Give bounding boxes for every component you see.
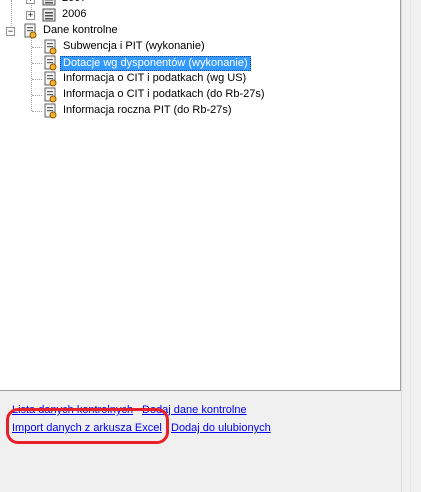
- checklist-folder-icon: [24, 23, 37, 39]
- vertical-scrollbar[interactable]: [401, 0, 421, 492]
- tree-item-label: Informacja roczna PIT (do Rb-27s): [63, 104, 232, 116]
- tree-node-dane-kontrolne[interactable]: − Dane kontrolne: [0, 23, 160, 39]
- document-stack-icon: [42, 0, 56, 6]
- add-favorites-link[interactable]: Dodaj do ulubionych: [171, 422, 271, 434]
- red-highlight-annotation: [6, 408, 169, 444]
- tree-node-2006[interactable]: + 2006: [0, 7, 120, 23]
- expand-icon[interactable]: +: [26, 11, 35, 20]
- report-icon: [44, 87, 57, 103]
- document-stack-icon: [42, 8, 56, 22]
- tree-node-label: 2007: [60, 0, 88, 6]
- tree-item-cit-rb27s[interactable]: Informacja o CIT i podatkach (do Rb-27s): [0, 87, 290, 103]
- tree-item-label: Subwencja i PIT (wykonanie): [63, 40, 205, 52]
- expand-icon[interactable]: +: [26, 0, 35, 4]
- collapse-icon[interactable]: −: [6, 27, 15, 36]
- tree-panel: + 2007 + 2006 − Dane kontrolne: [0, 0, 401, 391]
- tree-item-label: Informacja o CIT i podatkach (do Rb-27s): [63, 88, 265, 100]
- report-icon: [44, 55, 57, 71]
- tree-item-dotacje-selected[interactable]: Dotacje wg dysponentów (wykonanie): [0, 55, 260, 71]
- tree-item-label: Informacja o CIT i podatkach (wg US): [63, 72, 247, 84]
- report-icon: [44, 103, 57, 119]
- report-icon: [44, 39, 57, 55]
- tree-item-label: Dotacje wg dysponentów (wykonanie): [60, 56, 251, 71]
- tree-node-2007[interactable]: + 2007: [0, 0, 120, 7]
- tree-item-pit-roczna[interactable]: Informacja roczna PIT (do Rb-27s): [0, 103, 260, 119]
- tree-item-cit-us[interactable]: Informacja o CIT i podatkach (wg US): [0, 71, 280, 87]
- tree-item-subwencja[interactable]: Subwencja i PIT (wykonanie): [0, 39, 260, 55]
- scrollbar-track: [410, 0, 411, 492]
- tree-node-label: 2006: [62, 8, 87, 20]
- report-icon: [44, 71, 57, 87]
- tree-node-label: Dane kontrolne: [43, 24, 118, 36]
